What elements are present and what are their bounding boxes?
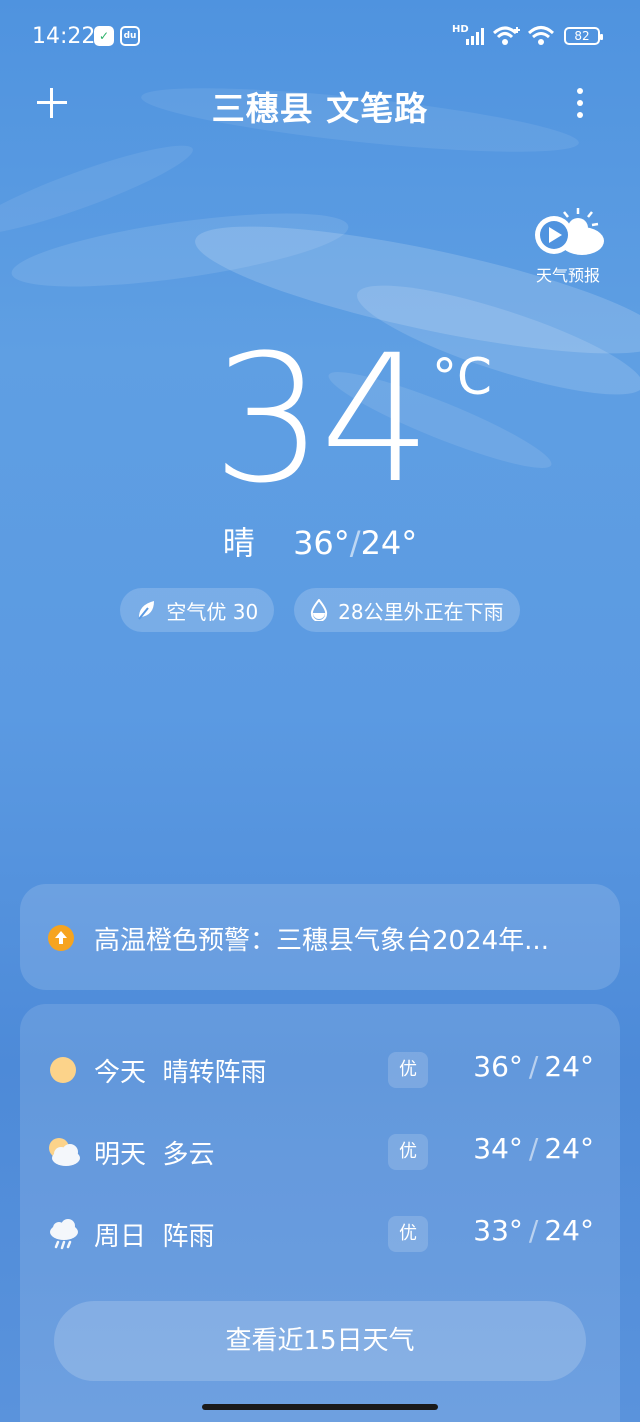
air-quality-pill[interactable]: 空气优 30: [120, 588, 275, 632]
aqi-badge: 优: [388, 1052, 428, 1088]
current-temperature-block: 34 °C: [0, 320, 640, 520]
raindrop-icon: [311, 599, 328, 621]
forecast-video-label: 天气预报: [535, 266, 600, 285]
play-sun-cloud-icon: [535, 208, 604, 255]
up-arrow-icon: [55, 931, 67, 944]
aqi-badge: 优: [388, 1134, 428, 1170]
view-15-day-button[interactable]: 查看近15日天气: [54, 1301, 586, 1381]
current-condition: 晴: [222, 524, 255, 562]
signal-bars-icon: [466, 28, 484, 45]
forecast-day-condition: 明天 多云: [94, 1140, 215, 1170]
forecast-row-tomorrow[interactable]: 明天 多云 优 34°/24°: [20, 1122, 620, 1182]
warning-up-arrow-icon: [48, 925, 74, 951]
du-app-icon: du: [120, 26, 140, 46]
today-low: 24°: [360, 524, 418, 562]
info-pills: 空气优 30 28公里外正在下雨: [0, 588, 640, 632]
weather-alert-card[interactable]: 高温橙色预警：三穗县气象台2024年...: [20, 884, 620, 990]
forecast-temps: 33°/24°: [473, 1214, 594, 1247]
rain-nearby-pill[interactable]: 28公里外正在下雨: [294, 588, 520, 632]
forecast-temps: 34°/24°: [473, 1132, 594, 1165]
shower-icon: [50, 1219, 78, 1250]
forecast-video-button[interactable]: 天气预报: [528, 206, 608, 286]
status-time: 14:22: [32, 24, 96, 49]
more-menu-button[interactable]: [572, 86, 588, 120]
air-quality-text: 空气优 30: [166, 599, 259, 624]
current-condition-line: 晴 36°/24°: [0, 518, 640, 564]
home-indicator[interactable]: [202, 1404, 438, 1410]
temperature-unit: °C: [432, 348, 492, 406]
forecast-day-condition: 今天 晴转阵雨: [94, 1058, 267, 1088]
current-temperature: 34: [212, 317, 432, 522]
forecast-row-today[interactable]: 今天 晴转阵雨 优 36°/24°: [20, 1040, 620, 1100]
sun-icon: [50, 1057, 76, 1083]
alert-text: 高温橙色预警：三穗县气象台2024年...: [94, 926, 549, 956]
wifi-plus-icon: [492, 26, 520, 45]
battery-indicator: 82: [564, 27, 603, 45]
status-bar: 14:22 ✓ du HD 82: [0, 0, 640, 72]
location-title[interactable]: 三穗县 文笔路: [0, 82, 640, 130]
leaf-icon: [138, 601, 155, 620]
wifi-icon: [528, 26, 554, 45]
today-high: 36°: [293, 524, 350, 562]
range-separator: /: [349, 524, 361, 562]
aqi-badge: 优: [388, 1216, 428, 1252]
battery-level: 82: [574, 29, 590, 43]
forecast-day-condition: 周日 阵雨: [94, 1222, 215, 1252]
rain-nearby-text: 28公里外正在下雨: [338, 599, 504, 624]
daily-forecast-card: 今天 晴转阵雨 优 36°/24° 明天 多云 优 34°/24° 周日 阵雨 …: [20, 1004, 620, 1422]
shield-app-icon: ✓: [94, 26, 114, 46]
forecast-temps: 36°/24°: [473, 1050, 594, 1083]
partly-cloudy-icon: [49, 1138, 80, 1166]
forecast-row-sunday[interactable]: 周日 阵雨 优 33°/24°: [20, 1204, 620, 1264]
